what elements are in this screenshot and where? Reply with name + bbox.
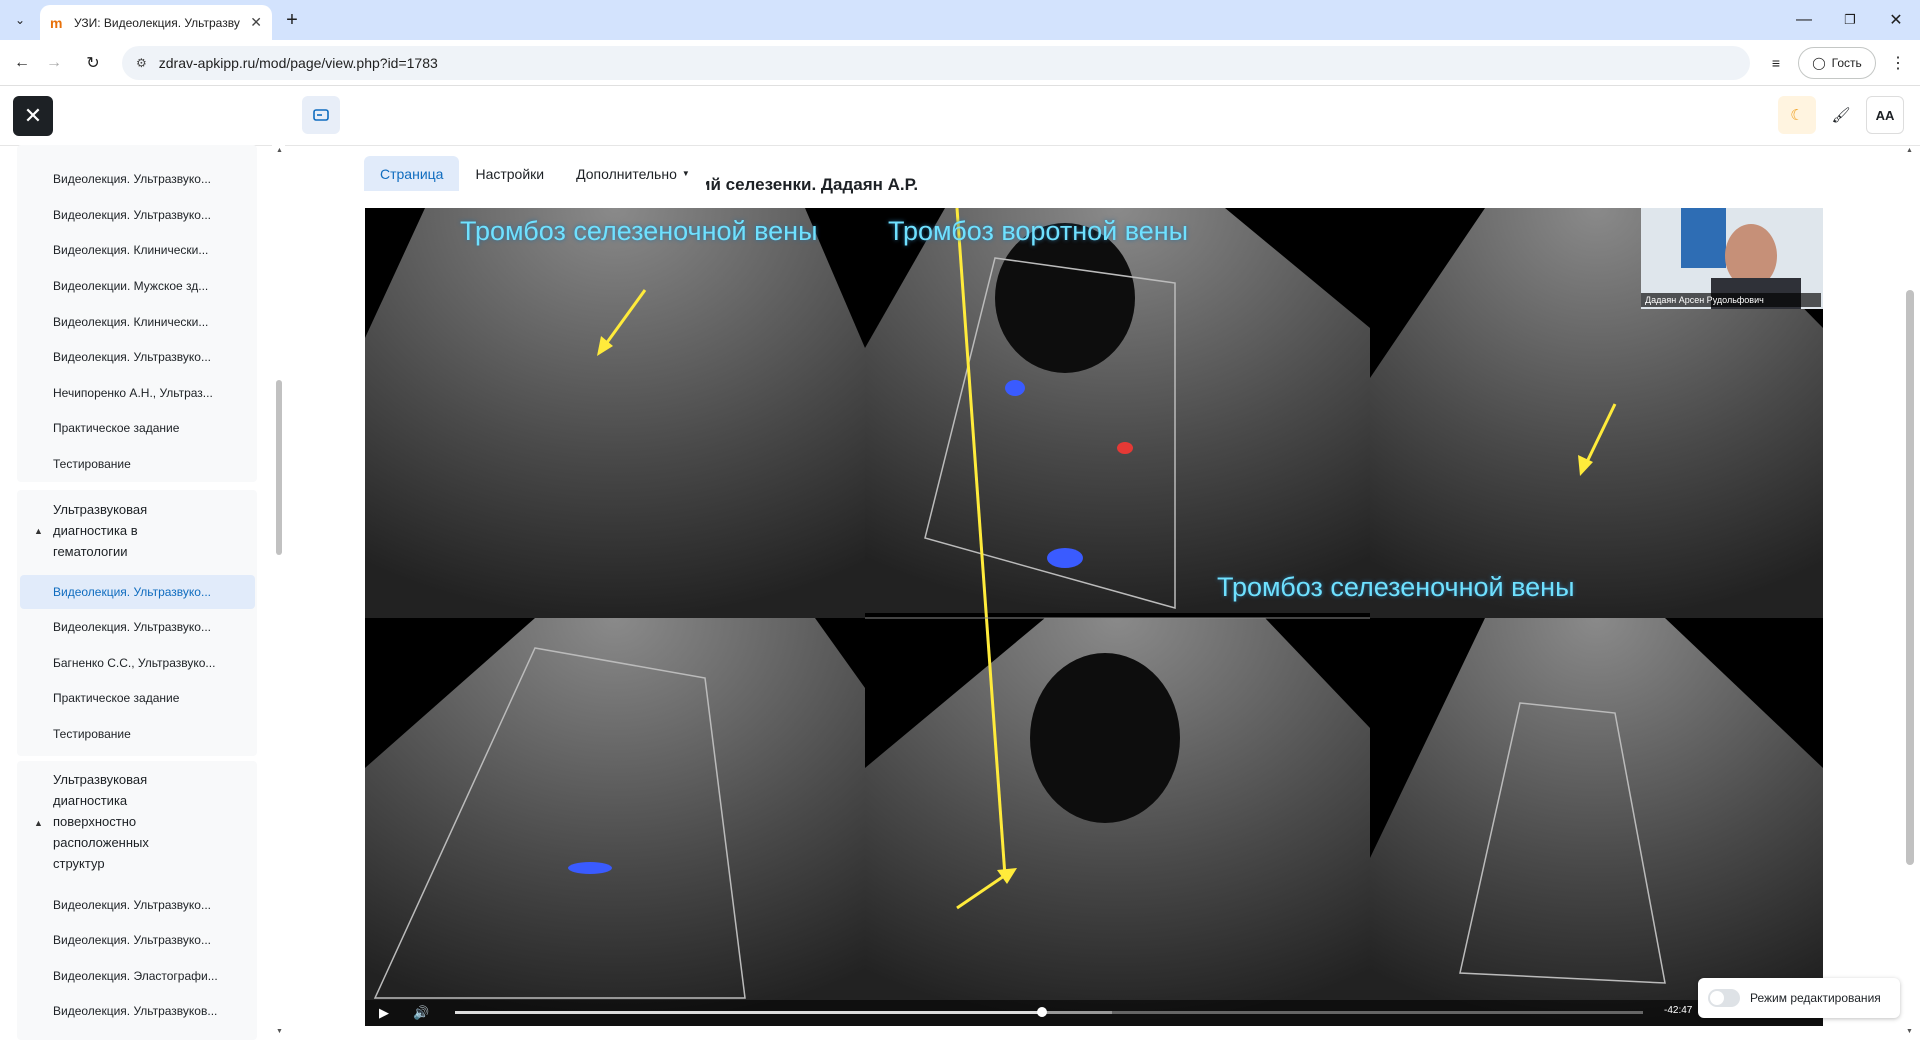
tab-page[interactable]: Страница	[364, 156, 460, 191]
url-text: zdrav-apkipp.ru/mod/page/view.php?id=178…	[158, 55, 438, 71]
sidebar-toggle-icon	[313, 109, 329, 121]
sidebar-item[interactable]: Нечипоренко А.Н., Ультраз...	[53, 386, 233, 400]
sidebar-item[interactable]: Видеолекция. Ультразвуко...	[53, 898, 233, 912]
tab-search-chevron-icon[interactable]: ⌄	[6, 6, 34, 34]
block-drawer-button[interactable]	[302, 96, 340, 134]
volume-icon[interactable]: 🔊	[413, 1005, 429, 1021]
back-icon[interactable]: ←	[8, 49, 36, 77]
sidebar-item[interactable]: Практическое задание	[53, 421, 233, 435]
edit-mode-toggle[interactable]	[1708, 989, 1740, 1007]
profile-icon: ◯	[1812, 56, 1826, 70]
seek-buffered	[1042, 1011, 1112, 1014]
speaker-name: Дадаян Арсен Рудольфович	[1641, 293, 1821, 307]
reload-icon[interactable]: ↻	[79, 49, 107, 77]
sidebar-item[interactable]: Тестирование	[53, 457, 233, 471]
sidebar-item[interactable]: Видеолекция. Ультразвуков...	[53, 1004, 233, 1018]
close-drawer-button[interactable]: ✕	[13, 96, 53, 136]
new-tab-button[interactable]: +	[278, 6, 306, 34]
section-title-hematology[interactable]: Ультразвуковая диагностика в гематологии	[53, 499, 203, 562]
tab-settings[interactable]: Настройки	[459, 156, 560, 191]
collapse-chevron-icon[interactable]: ▲	[34, 818, 43, 828]
scroll-up-icon[interactable]: ▲	[276, 147, 283, 154]
edit-mode-switch[interactable]: Режим редактирования	[1698, 978, 1900, 1018]
sidebar-item[interactable]: Видеолекция. Ультразвуко...	[53, 350, 233, 364]
sidebar-item[interactable]: Видеолекция. Клинически...	[53, 243, 233, 257]
tab-close-icon[interactable]: ✕	[250, 14, 262, 31]
media-controls-icon[interactable]: ≡	[1762, 49, 1790, 77]
browser-tab[interactable]: m УЗИ: Видеолекция. Ультразву ✕	[40, 5, 272, 40]
font-size-button[interactable]: AA	[1866, 96, 1904, 134]
restore-button[interactable]: ❐	[1836, 6, 1864, 34]
window-close-button[interactable]: ✕	[1882, 6, 1910, 34]
sidebar-item[interactable]: Видеолекция. Ультразвуко...	[53, 933, 233, 947]
caret-down-icon: ▼	[681, 169, 690, 178]
sidebar-item[interactable]: Видеолекции. Мужское зд...	[53, 279, 233, 293]
site-info-icon[interactable]: ⚙	[136, 56, 147, 70]
sidebar-item[interactable]: Видеолекция. Эластографи...	[53, 969, 233, 983]
site-favicon-icon: m	[50, 14, 63, 31]
sidebar-item[interactable]: Тестирование	[53, 727, 233, 741]
page-scroll-down-icon[interactable]: ▼	[1906, 1028, 1913, 1035]
overlay-title-splenic: Тромбоз селезеночной вены	[460, 216, 818, 246]
dark-mode-moon-icon[interactable]: ☾	[1778, 96, 1816, 134]
page-scroll-up-icon[interactable]: ▲	[1906, 147, 1913, 154]
collapse-chevron-icon[interactable]: ▲	[34, 526, 43, 536]
browser-menu-icon[interactable]: ⋮	[1884, 49, 1912, 77]
seek-handle[interactable]	[1037, 1007, 1047, 1017]
page-header	[285, 86, 1920, 146]
ultrasound-collage	[365, 208, 1823, 1026]
forward-icon[interactable]: →	[40, 49, 68, 77]
page-scrollbar[interactable]	[1906, 290, 1914, 865]
play-icon[interactable]: ▶	[379, 1005, 389, 1021]
tab-more[interactable]: Дополнительно ▼	[560, 156, 706, 191]
page-title: ий селезенки. Дадаян А.Р.	[700, 175, 919, 194]
sidebar-item-active[interactable]: Видеолекция. Ультразвуко...	[53, 585, 233, 599]
tab-title: УЗИ: Видеолекция. Ультразву	[74, 15, 240, 30]
seek-progress	[455, 1011, 1042, 1014]
edit-mode-label: Режим редактирования	[1750, 991, 1881, 1005]
time-remaining: -42:47	[1664, 1005, 1693, 1016]
overlay-title-portal: Тромбоз воротной вены	[888, 216, 1189, 246]
section-title-superficial[interactable]: Ультразвуковая диагностика поверхностно …	[53, 769, 203, 874]
paint-brush-icon[interactable]: 🖌	[1822, 96, 1860, 134]
drawer-scrollbar[interactable]	[276, 380, 282, 555]
sidebar-item[interactable]: Видеолекция. Клинически...	[53, 315, 233, 329]
minimize-button[interactable]: —	[1790, 6, 1818, 34]
sidebar-item[interactable]: Видеолекция. Ультразвуко...	[53, 208, 233, 222]
sidebar-item[interactable]: Видеолекция. Ультразвуко...	[53, 172, 233, 186]
address-bar[interactable]: ⚙ zdrav-apkipp.ru/mod/page/view.php?id=1…	[122, 46, 1750, 80]
secondary-navigation: Страница Настройки Дополнительно ▼	[364, 156, 706, 191]
video-player[interactable]: Тромбоз селезеночной вены Тромбоз воротн…	[365, 208, 1823, 1026]
overlay-title-splenic-2: Тромбоз селезеночной вены	[1217, 572, 1575, 602]
sidebar-item[interactable]: Видеолекция. Ультразвуко...	[53, 620, 233, 634]
scroll-down-icon[interactable]: ▼	[276, 1028, 283, 1035]
profile-button[interactable]: ◯ Гость	[1798, 47, 1876, 79]
profile-label: Гость	[1831, 56, 1862, 70]
sidebar-item[interactable]: Багненко С.С., Ультразвуко...	[53, 656, 233, 670]
sidebar-item[interactable]: Практическое задание	[53, 691, 233, 705]
tab-more-label: Дополнительно	[576, 165, 677, 182]
